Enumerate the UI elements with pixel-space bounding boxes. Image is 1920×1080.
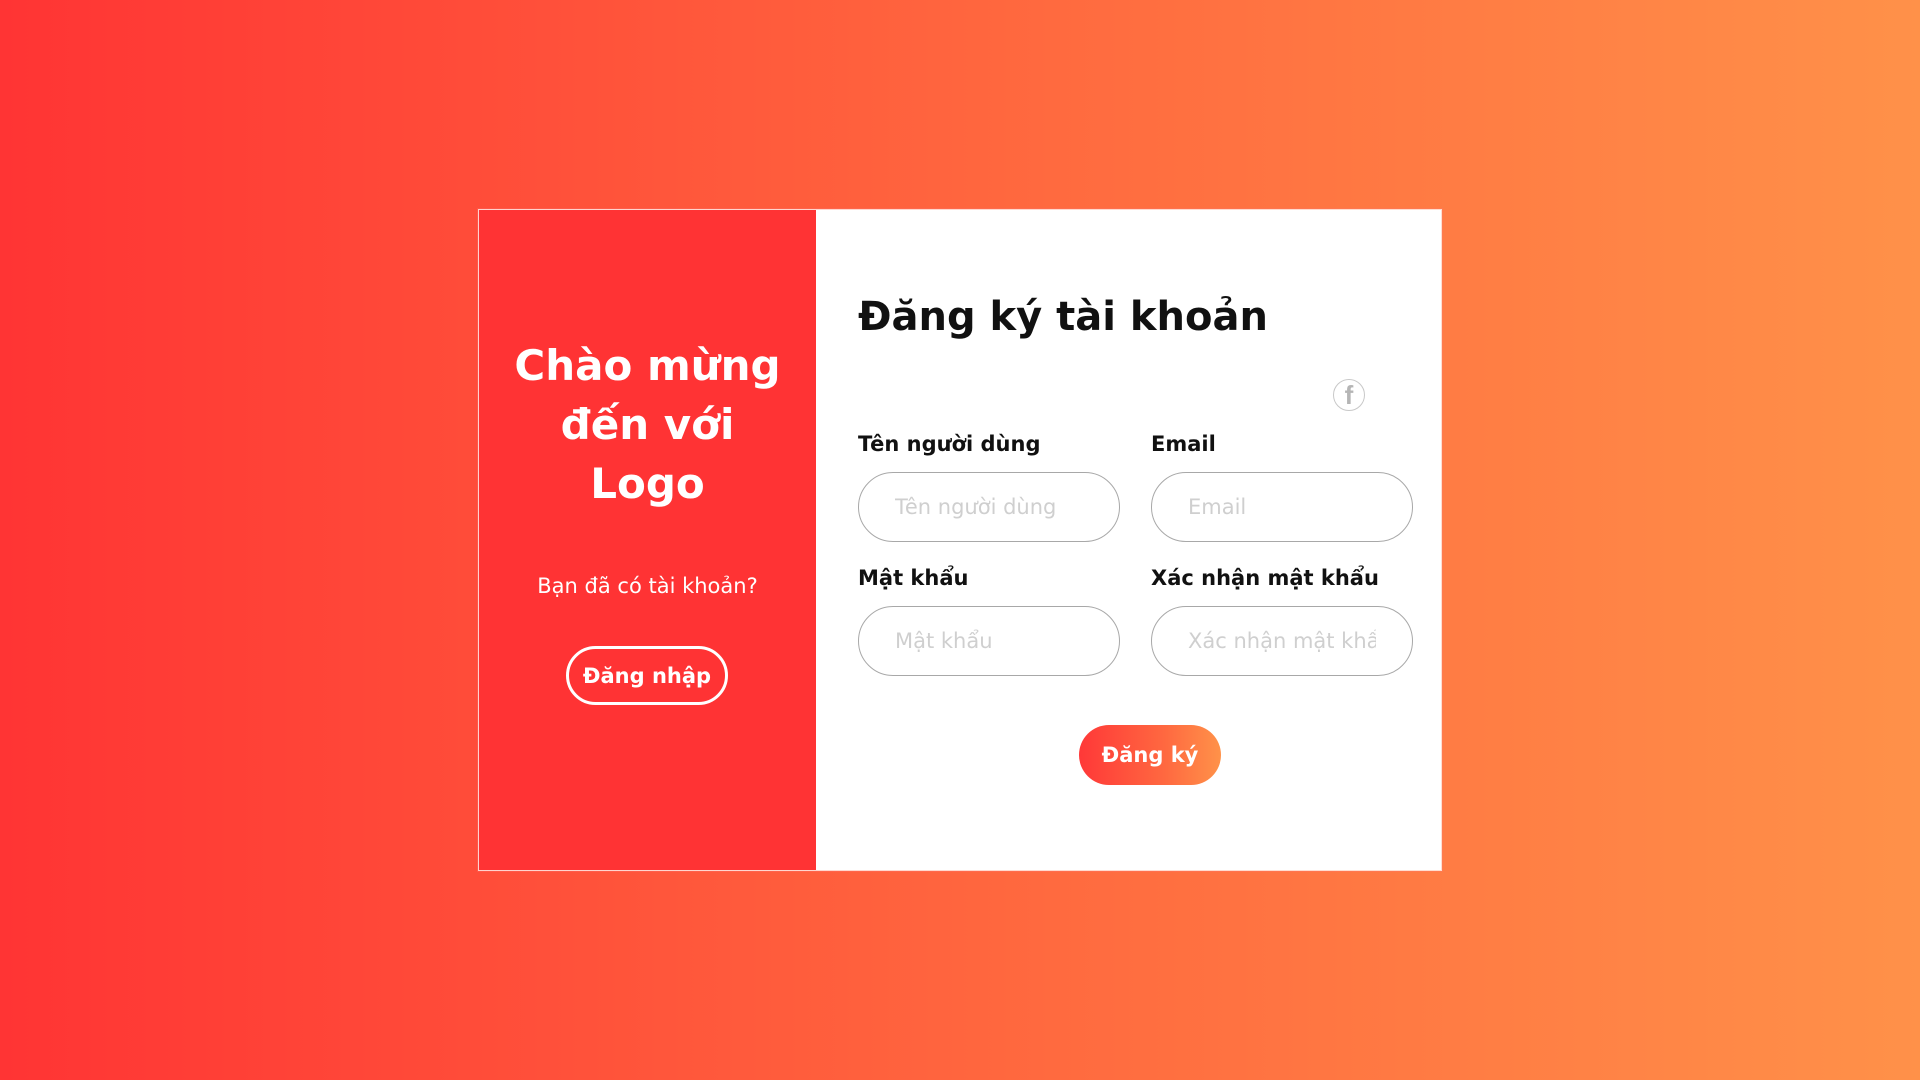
confirm-password-input[interactable] <box>1151 606 1413 676</box>
register-button[interactable]: Đăng ký <box>1079 725 1221 785</box>
email-input[interactable] <box>1151 472 1413 542</box>
email-label: Email <box>1151 432 1216 456</box>
have-account-text: Bạn đã có tài khoản? <box>537 574 758 598</box>
facebook-icon[interactable]: f <box>1333 379 1365 411</box>
welcome-heading: Chào mừng đến với Logo <box>514 341 781 508</box>
form-title: Đăng ký tài khoản <box>858 294 1268 340</box>
welcome-panel: Chào mừng đến với Logo Bạn đã có tài kho… <box>479 210 816 870</box>
username-label: Tên người dùng <box>858 432 1041 456</box>
confirm-password-label: Xác nhận mật khẩu <box>1151 566 1379 590</box>
signup-form: Đăng ký tài khoản f Tên người dùng Email… <box>816 210 1441 870</box>
signup-card: Chào mừng đến với Logo Bạn đã có tài kho… <box>478 209 1442 871</box>
password-label: Mật khẩu <box>858 566 969 590</box>
username-input[interactable] <box>858 472 1120 542</box>
password-input[interactable] <box>858 606 1120 676</box>
login-button[interactable]: Đăng nhập <box>566 646 728 705</box>
